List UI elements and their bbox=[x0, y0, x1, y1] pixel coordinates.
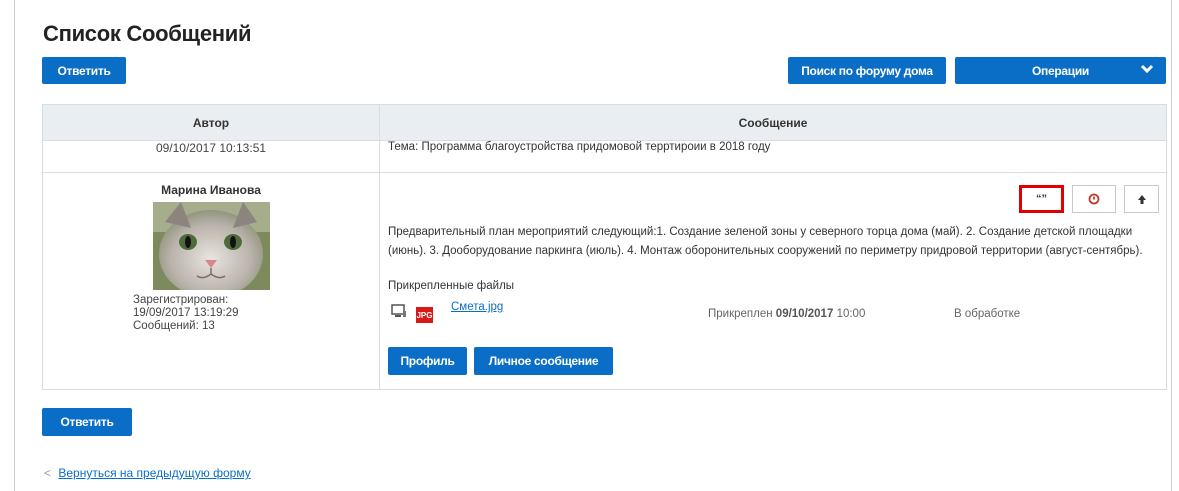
back-arrow-icon: < bbox=[44, 466, 52, 480]
back-link-label: Вернуться на предыдущую форму bbox=[58, 466, 251, 480]
report-icon bbox=[1088, 193, 1100, 205]
message-cell: “” Предварительный план мероприятий след… bbox=[379, 172, 1168, 390]
search-forum-button[interactable]: Поиск по форуму дома bbox=[788, 57, 946, 84]
author-name: Марина Иванова bbox=[161, 183, 261, 197]
topic-row: 09/10/2017 10:13:51 Тема: Программа благ… bbox=[42, 140, 1167, 173]
attachment-attached-info: Прикреплен 09/10/2017 10:00 bbox=[708, 308, 865, 320]
message-column-header: Сообщение bbox=[379, 104, 1167, 141]
topic-title: Тема: Программа благоустройства придомов… bbox=[379, 140, 1167, 173]
message-text: Предварительный план мероприятий следующ… bbox=[388, 226, 1143, 257]
avatar[interactable] bbox=[153, 202, 270, 290]
attached-time: 10:00 bbox=[836, 308, 866, 320]
back-link[interactable]: < Вернуться на предыдущую форму bbox=[44, 466, 251, 480]
author-column-header: Автор bbox=[42, 104, 380, 141]
profile-button[interactable]: Профиль bbox=[388, 347, 467, 375]
quote-icon: “” bbox=[1036, 193, 1047, 205]
author-meta: Зарегистрирован: 19/09/2017 13:19:29 Соо… bbox=[133, 294, 239, 333]
attachment-link[interactable]: Смета.jpg bbox=[451, 301, 503, 313]
report-button[interactable] bbox=[1072, 185, 1116, 213]
reply-button-top[interactable]: Ответить bbox=[42, 57, 126, 84]
scroll-up-button[interactable] bbox=[1124, 185, 1159, 213]
registered-label: Зарегистрирован: bbox=[133, 294, 229, 306]
registered-date: 19/09/2017 13:19:29 bbox=[133, 307, 239, 319]
attachment-status: В обработке bbox=[954, 308, 1021, 320]
private-message-button[interactable]: Личное сообщение bbox=[474, 347, 613, 375]
reply-button-bottom[interactable]: Ответить bbox=[42, 408, 132, 436]
quote-button[interactable]: “” bbox=[1019, 185, 1064, 213]
topic-date: 09/10/2017 10:13:51 bbox=[42, 140, 380, 173]
messages-count: Сообщений: 13 bbox=[133, 320, 215, 332]
attachments-title: Прикрепленные файлы bbox=[388, 280, 515, 292]
attached-label: Прикреплен bbox=[708, 308, 773, 320]
chevron-down-icon bbox=[1140, 64, 1154, 74]
jpg-file-icon: JPG bbox=[416, 307, 433, 323]
avatar-image bbox=[153, 202, 270, 290]
author-cell: Марина Иванова Зарегистрирован: 19/09/20… bbox=[42, 172, 380, 390]
arrow-up-icon bbox=[1137, 194, 1146, 204]
table-header-row: Автор Сообщение bbox=[42, 104, 1167, 141]
post-row: Марина Иванова Зарегистрирован: 19/09/20… bbox=[42, 172, 1168, 390]
attached-date: 09/10/2017 bbox=[775, 308, 834, 320]
attachment-row: JPG Смета.jpg Прикреплен 09/10/2017 10:0… bbox=[388, 301, 1168, 325]
monitor-icon[interactable] bbox=[391, 303, 407, 319]
operations-dropdown[interactable]: Операции bbox=[955, 57, 1166, 84]
page-title: Список Сообщений bbox=[43, 21, 252, 46]
operations-label: Операции bbox=[1032, 63, 1089, 78]
messages-table: Автор Сообщение 09/10/2017 10:13:51 Тема… bbox=[42, 104, 1167, 390]
